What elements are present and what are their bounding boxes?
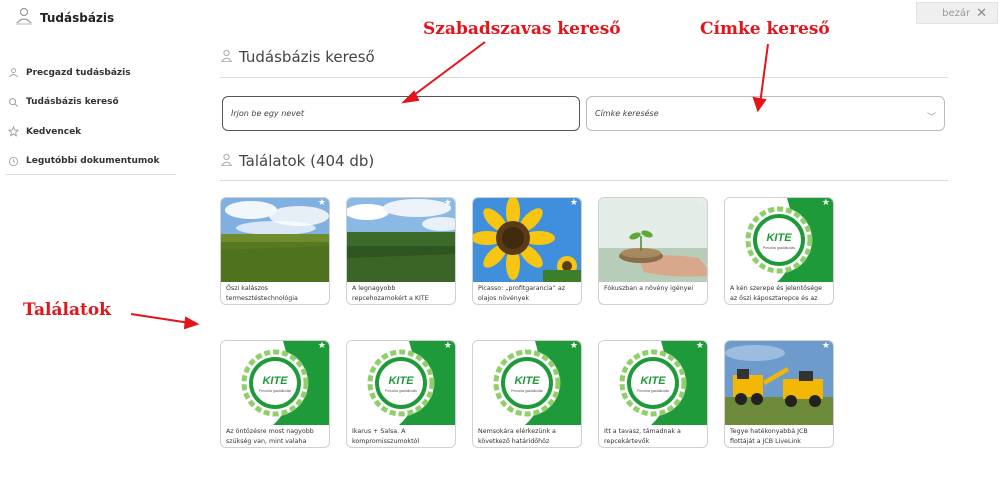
kite-logo-image: KITE Precíziós gazdálkodás bbox=[599, 341, 707, 425]
kite-logo-image: KITE Precíziós gazdálkodás bbox=[221, 341, 329, 425]
svg-text:KITE: KITE bbox=[766, 232, 792, 244]
close-icon: ✕ bbox=[976, 5, 987, 21]
result-card[interactable]: KITE Precíziós gazdálkodás ★ Itt a tavas… bbox=[598, 340, 708, 448]
favorite-star-icon[interactable]: ★ bbox=[822, 199, 830, 208]
close-button[interactable]: bezár ✕ bbox=[916, 2, 998, 24]
person-icon bbox=[220, 151, 233, 170]
svg-text:Precíziós gazdálkodás: Precíziós gazdálkodás bbox=[259, 389, 291, 393]
svg-text:Precíziós gazdálkodás: Precíziós gazdálkodás bbox=[511, 389, 543, 393]
svg-text:KITE: KITE bbox=[262, 375, 288, 387]
result-card[interactable]: ☆ Fókuszban a növény igényei bbox=[598, 197, 708, 305]
rapeseed-field-image bbox=[347, 198, 455, 282]
result-card[interactable]: KITE Precíziós gazdálkodás ★ Az öntözésr… bbox=[220, 340, 330, 448]
annotation-free-search: Szabadszavas kereső bbox=[423, 19, 621, 39]
search-heading: Tudásbázis kereső bbox=[239, 47, 375, 66]
free-text-search-input[interactable] bbox=[222, 96, 580, 131]
favorite-star-icon[interactable]: ★ bbox=[570, 342, 578, 351]
annotation-arrowhead bbox=[183, 316, 200, 330]
tag-search-select[interactable]: Címke keresése ﹀ bbox=[586, 96, 945, 131]
sidebar-divider bbox=[6, 174, 176, 175]
clock-icon bbox=[6, 154, 20, 168]
card-caption: Ikarus + Salsa. A kompromisszumoktól bbox=[352, 428, 420, 445]
favorite-star-icon[interactable]: ★ bbox=[318, 342, 326, 351]
wheat-field-image bbox=[221, 198, 329, 282]
jcb-machines-image bbox=[725, 341, 833, 425]
result-card[interactable]: ★ Őszi kalászos termesztéstechnológia bbox=[220, 197, 330, 305]
card-caption: A kén szerepe és jelentősége az őszi káp… bbox=[730, 285, 822, 302]
svg-text:Precíziós gazdálkodás: Precíziós gazdálkodás bbox=[763, 246, 795, 250]
card-caption: Itt a tavasz, támadnak a repcekártevők bbox=[604, 428, 681, 445]
kite-logo-image: KITE Precíziós gazdálkodás bbox=[347, 341, 455, 425]
card-caption: Nemsokára elérkezünk a következő határid… bbox=[478, 428, 556, 445]
annotation-arrow-tag-search bbox=[759, 43, 769, 105]
card-caption: A legnagyobb repcehozamokért a KITE bbox=[352, 285, 429, 302]
brand: Tudásbázis bbox=[14, 6, 114, 30]
favorite-star-icon[interactable]: ★ bbox=[444, 342, 452, 351]
sidebar-item-search[interactable]: Tudásbázis kereső bbox=[6, 88, 176, 118]
card-caption: Tegye hatékonyabbá JCB flottáját a JCB L… bbox=[730, 428, 808, 445]
person-icon bbox=[220, 47, 233, 66]
search-heading-wrap: Tudásbázis kereső bbox=[220, 47, 375, 66]
sidebar-item-precgazd[interactable]: Precgazd tudásbázis bbox=[6, 58, 176, 88]
annotation-arrow-free-search bbox=[409, 41, 486, 99]
divider bbox=[220, 77, 948, 78]
sidebar-item-label: Tudásbázis kereső bbox=[26, 97, 119, 108]
star-icon bbox=[6, 125, 20, 139]
app-title: Tudásbázis bbox=[40, 11, 115, 25]
person-icon bbox=[6, 66, 20, 80]
close-label: bezár bbox=[942, 7, 971, 19]
card-caption: Fókuszban a növény igényei bbox=[604, 285, 694, 292]
results-heading-wrap: Találatok (404 db) bbox=[220, 151, 374, 170]
svg-text:Precíziós gazdálkodás: Precíziós gazdálkodás bbox=[637, 389, 669, 393]
svg-text:KITE: KITE bbox=[640, 375, 666, 387]
sidebar-item-favorites[interactable]: Kedvencek bbox=[6, 117, 176, 147]
favorite-star-icon[interactable]: ★ bbox=[444, 199, 452, 208]
annotation-tag-search: Címke kereső bbox=[700, 19, 830, 39]
person-icon bbox=[14, 6, 34, 30]
favorite-star-icon[interactable]: ★ bbox=[318, 199, 326, 208]
sidebar-item-label: Kedvencek bbox=[26, 126, 82, 137]
divider bbox=[220, 180, 948, 181]
sidebar-nav: Precgazd tudásbázis Tudásbázis kereső Ke… bbox=[6, 58, 176, 176]
result-card[interactable]: KITE Precíziós gazdálkodás ★ Nemsokára e… bbox=[472, 340, 582, 448]
search-icon bbox=[6, 95, 20, 109]
card-caption: Őszi kalászos termesztéstechnológia bbox=[226, 285, 298, 302]
card-caption: Picasso: „profitgarancia” az olajos növé… bbox=[478, 285, 566, 302]
sidebar: Tudásbázis Precgazd tudásbázis Tudásbázi… bbox=[0, 0, 180, 478]
results-heading: Találatok (404 db) bbox=[239, 151, 375, 170]
sidebar-item-label: Legutóbbi dokumentumok bbox=[26, 156, 160, 167]
favorite-star-icon[interactable]: ★ bbox=[822, 342, 830, 351]
sidebar-item-recent[interactable]: Legutóbbi dokumentumok bbox=[6, 147, 176, 177]
svg-text:KITE: KITE bbox=[514, 375, 540, 387]
result-card[interactable]: ★ Picasso: „profitgarancia” az olajos nö… bbox=[472, 197, 582, 305]
favorite-star-icon[interactable]: ★ bbox=[696, 342, 704, 351]
svg-text:Precíziós gazdálkodás: Precíziós gazdálkodás bbox=[385, 389, 417, 393]
result-card[interactable]: ★ Tegye hatékonyabbá JCB flottáját a JCB… bbox=[724, 340, 834, 448]
result-card[interactable]: KITE Precíziós gazdálkodás ★ Ikarus + Sa… bbox=[346, 340, 456, 448]
sidebar-item-label: Precgazd tudásbázis bbox=[26, 67, 131, 78]
card-caption: Az öntözésre most nagyobb szükség van, m… bbox=[226, 428, 314, 445]
chevron-down-icon: ﹀ bbox=[926, 113, 936, 123]
favorite-star-icon[interactable]: ☆ bbox=[696, 199, 704, 208]
result-card[interactable]: ★ A legnagyobb repcehozamokért a KITE bbox=[346, 197, 456, 305]
kite-logo-image: KITE Precíziós gazdálkodás bbox=[473, 341, 581, 425]
sunflower-image bbox=[473, 198, 581, 282]
tag-search-placeholder: Címke keresése bbox=[595, 109, 659, 118]
annotation-results: Találatok bbox=[23, 300, 111, 320]
svg-text:KITE: KITE bbox=[388, 375, 414, 387]
soil-hand-image bbox=[599, 198, 707, 282]
result-card[interactable]: KITE Precíziós gazdálkodás ★ A kén szere… bbox=[724, 197, 834, 305]
favorite-star-icon[interactable]: ★ bbox=[570, 199, 578, 208]
kite-logo-image: KITE Precíziós gazdálkodás bbox=[725, 198, 833, 282]
